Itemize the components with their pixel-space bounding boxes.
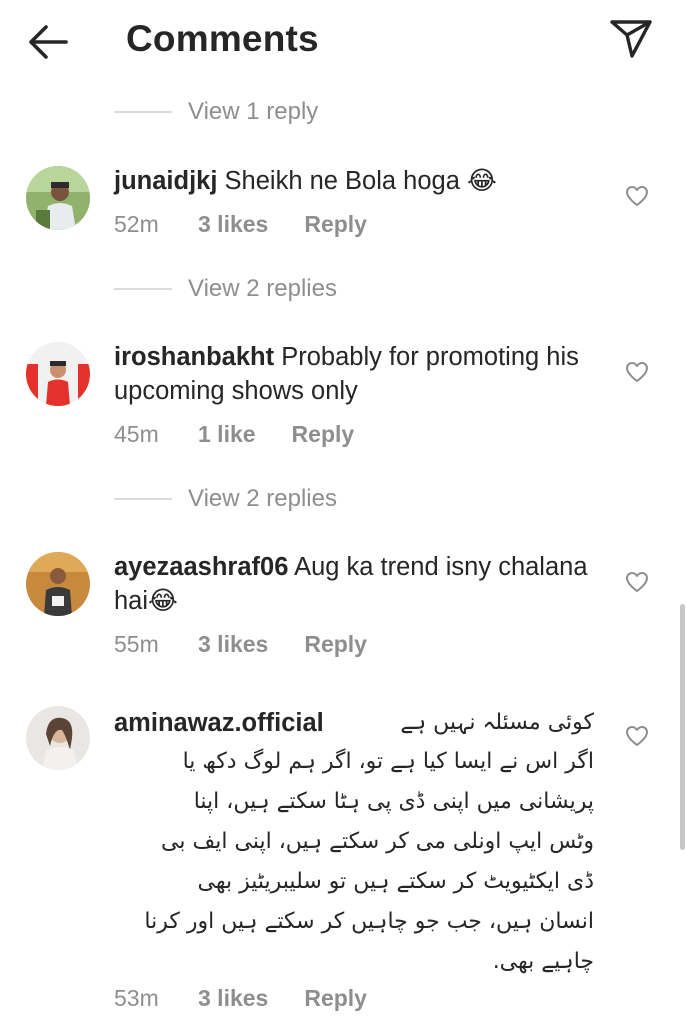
avatar[interactable] [26, 166, 90, 230]
comment-username[interactable]: junaidjkj [114, 167, 217, 195]
scrollbar[interactable] [680, 604, 685, 850]
comment-time: 53m [114, 984, 159, 1011]
heart-icon [626, 186, 648, 206]
heart-icon [626, 572, 648, 592]
comment-meta: 53m 3 likes Reply [114, 982, 367, 1014]
comment-text: ayezaashraf06 Aug ka trend isny chalana … [114, 550, 594, 618]
view-replies-label: View 1 reply [188, 98, 319, 125]
page-title: Comments [126, 18, 319, 59]
view-replies-button[interactable]: View 1 reply [114, 95, 318, 129]
comment-time: 55m [114, 630, 159, 657]
heart-icon [626, 362, 648, 382]
comment-time: 45m [114, 420, 159, 447]
reply-button[interactable]: Reply [304, 211, 367, 238]
divider-line [114, 111, 172, 113]
comment-content: Sheikh ne Bola hoga 😂 [224, 167, 497, 195]
avatar-image [26, 706, 90, 770]
back-button[interactable] [26, 22, 70, 62]
like-button[interactable] [625, 361, 649, 383]
avatar-image [26, 342, 90, 406]
comment-first-line: کوئی مسئلہ نہیں ہے [400, 710, 594, 735]
comment-likes[interactable]: 1 like [198, 421, 256, 448]
comment-username[interactable]: ayezaashraf06 [114, 553, 288, 581]
avatar[interactable] [26, 552, 90, 616]
reply-button[interactable]: Reply [304, 631, 367, 658]
comment-content: اگر اس نے ایسا کیا ہے تو، اگر ہم لوگ دکھ… [144, 749, 594, 974]
comment-time: 52m [114, 210, 159, 237]
reply-button[interactable]: Reply [292, 421, 355, 448]
comment-username[interactable]: aminawaz.official [114, 709, 324, 737]
comment-text: junaidjkj Sheikh ne Bola hoga 😂 [114, 164, 594, 198]
header: Comments [0, 0, 686, 80]
view-replies-label: View 2 replies [188, 485, 337, 512]
comment-likes[interactable]: 3 likes [198, 985, 268, 1012]
view-replies-button[interactable]: View 2 replies [114, 272, 337, 306]
comment-text: aminawaz.official کوئی مسئلہ نہیں ہے اگر… [114, 706, 594, 974]
heart-icon [626, 726, 648, 746]
comment-meta: 55m 3 likes Reply [114, 628, 367, 660]
like-button[interactable] [625, 725, 649, 747]
comment-text: iroshanbakht Probably for promoting his … [114, 340, 594, 408]
divider-line [114, 498, 172, 500]
divider-line [114, 288, 172, 290]
reply-button[interactable]: Reply [304, 985, 367, 1012]
comment-meta: 45m 1 like Reply [114, 418, 354, 450]
avatar[interactable] [26, 706, 90, 770]
comment-likes[interactable]: 3 likes [198, 631, 268, 658]
avatar-image [26, 166, 90, 230]
like-button[interactable] [625, 571, 649, 593]
arrow-left-icon [29, 25, 68, 59]
share-button[interactable] [606, 16, 654, 60]
comment-username[interactable]: iroshanbakht [114, 343, 274, 371]
view-replies-label: View 2 replies [188, 275, 337, 302]
avatar[interactable] [26, 342, 90, 406]
comment-likes[interactable]: 3 likes [198, 211, 268, 238]
comment-meta: 52m 3 likes Reply [114, 208, 367, 240]
paper-plane-icon [610, 20, 652, 58]
view-replies-button[interactable]: View 2 replies [114, 482, 337, 516]
like-button[interactable] [625, 185, 649, 207]
avatar-image [26, 552, 90, 616]
